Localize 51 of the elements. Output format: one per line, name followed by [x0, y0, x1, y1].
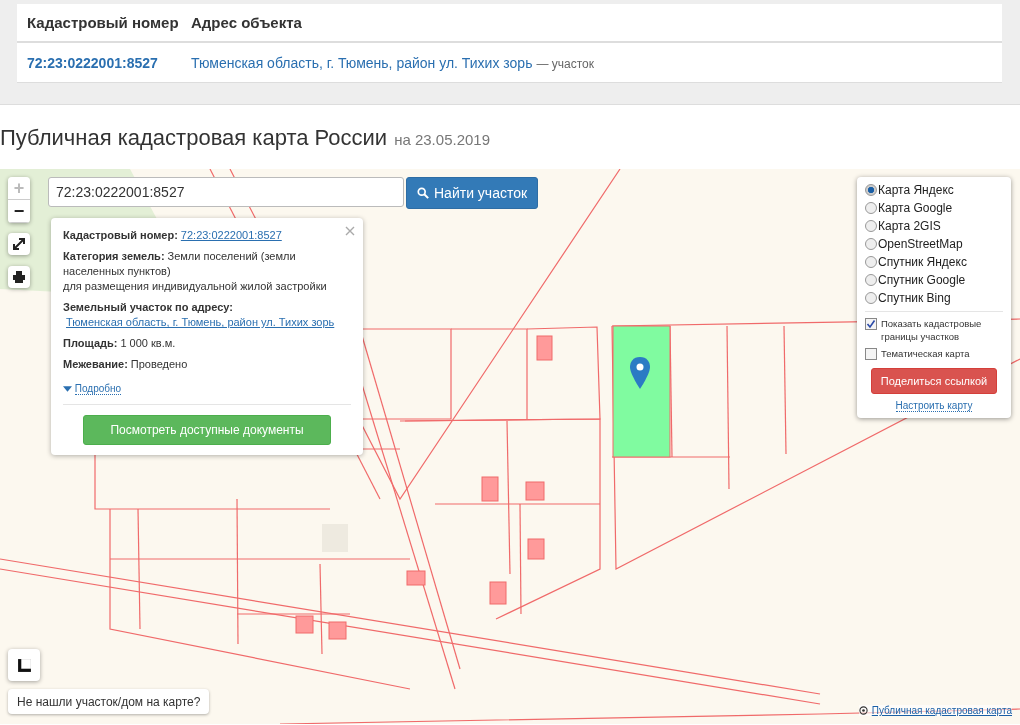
- map-layer-option[interactable]: OpenStreetMap: [865, 235, 1003, 253]
- column-header: Адрес объекта: [191, 14, 302, 31]
- map-layer-option[interactable]: Карта Яндекс: [865, 181, 1003, 199]
- radio-button[interactable]: [865, 292, 877, 304]
- fullscreen-icon: [12, 237, 26, 251]
- map-layer-option[interactable]: Спутник Bing: [865, 289, 1003, 307]
- not-found-button[interactable]: Не нашли участок/дом на карте?: [8, 689, 210, 714]
- date-label: на 23.05.2019: [394, 131, 490, 148]
- cadastral-number-link[interactable]: 72:23:0222001:8527: [17, 54, 191, 71]
- close-icon[interactable]: [345, 226, 355, 236]
- location-pin-icon: [629, 356, 651, 390]
- map-layer-option[interactable]: Спутник Google: [865, 271, 1003, 289]
- parcel-field: Межевание: Проведено: [63, 357, 351, 372]
- fullscreen-button[interactable]: [8, 233, 30, 255]
- ruler-button[interactable]: [8, 649, 40, 681]
- selected-parcel[interactable]: [612, 325, 671, 458]
- radio-button[interactable]: [865, 202, 877, 214]
- copyright-icon: [858, 706, 868, 715]
- checkbox[interactable]: [865, 348, 877, 360]
- map-layer-option[interactable]: Карта Google: [865, 199, 1003, 217]
- parcel-field: Кадастровый номер: 72:23:0222001:8527: [63, 228, 351, 243]
- map-option[interactable]: Показать кадастровые границы участков: [865, 317, 1003, 343]
- radio-button[interactable]: [865, 238, 877, 250]
- configure-map-link[interactable]: Настроить карту: [895, 400, 973, 412]
- column-header: Кадастровый номер: [26, 14, 180, 31]
- object-type: — участок: [536, 56, 594, 71]
- radio-button[interactable]: [865, 256, 877, 268]
- address-link[interactable]: Тюменская область, г. Тюмень, район ул. Тихих зорь: [191, 54, 533, 71]
- details-link[interactable]: Подробно: [63, 383, 122, 394]
- parcel-link[interactable]: 72:23:0222001:8527: [180, 228, 282, 243]
- ruler-icon: [16, 657, 32, 673]
- parcel-link[interactable]: Тюменская область, г. Тюмень, район ул. Тихих зорь: [66, 315, 335, 330]
- map-option[interactable]: Тематическая карта: [865, 347, 1003, 360]
- parcel-field: Категория земель: Земли поселений (земли населенных пунктов) для размещения индивидуальной жилой застройки: [63, 249, 351, 294]
- radio-button[interactable]: [865, 220, 877, 232]
- caret-down-icon: [63, 386, 72, 393]
- search-icon: [417, 187, 429, 199]
- page-title: Публичная кадастровая карта России: [0, 125, 388, 151]
- search-field[interactable]: 72:23:0222001:8527: [48, 177, 404, 207]
- radio-button[interactable]: [865, 184, 877, 196]
- parcel-field: Площадь: 1 000 кв.м.: [63, 336, 351, 351]
- radio-button[interactable]: [865, 274, 877, 286]
- share-link-button[interactable]: Поделиться ссылкой: [871, 368, 997, 394]
- zoom-out-button[interactable]: −: [8, 200, 30, 223]
- print-button[interactable]: [8, 266, 30, 288]
- map-layer-option[interactable]: Карта 2GIS: [865, 217, 1003, 235]
- parcel-field: Земельный участок по адресу: Тюменская область, г. Тюмень, район ул. Тихих зорь: [63, 300, 351, 330]
- print-icon: [12, 270, 26, 284]
- checkbox[interactable]: [865, 318, 877, 330]
- map-layer-option[interactable]: Спутник Яндекс: [865, 253, 1003, 271]
- find-plot-button[interactable]: Найти участок: [406, 177, 539, 209]
